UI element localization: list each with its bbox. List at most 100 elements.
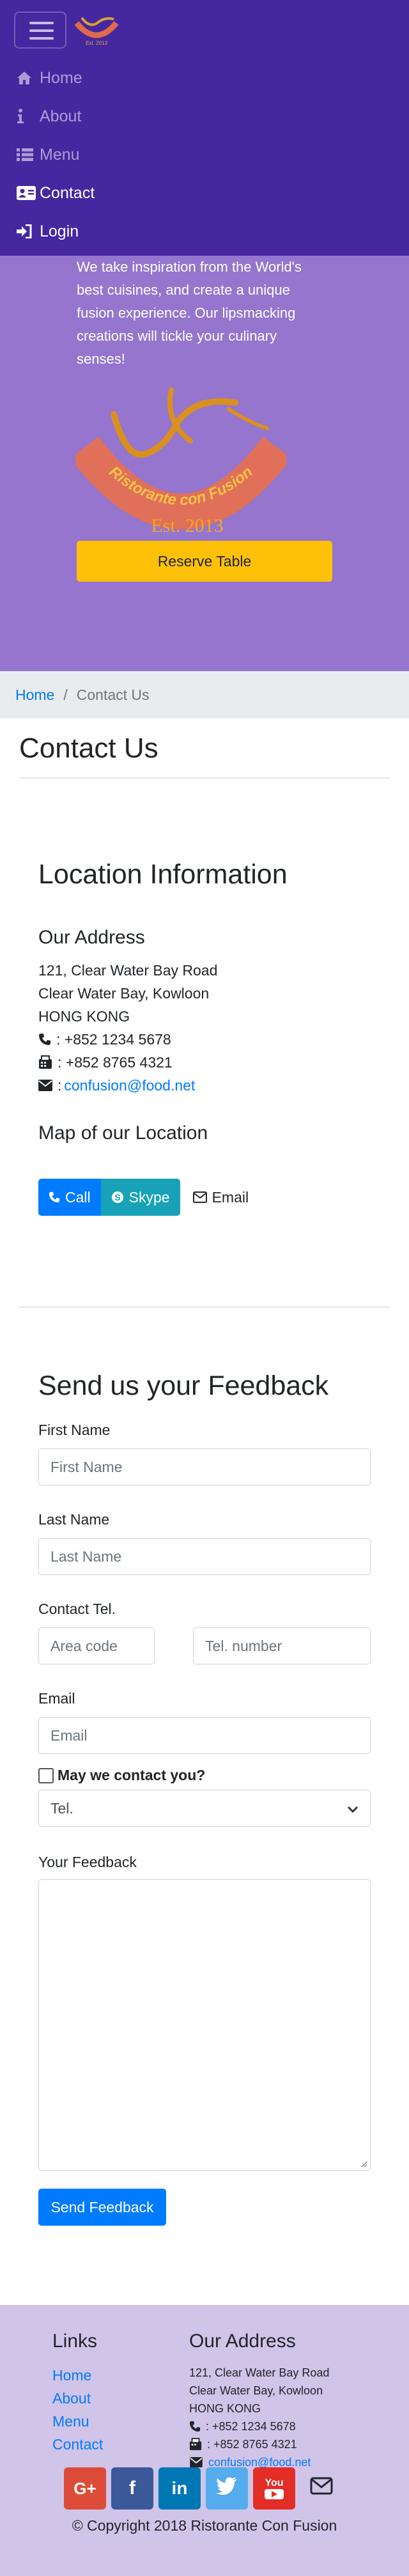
fax-icon — [38, 1055, 52, 1069]
feedback-label: Your Feedback — [38, 1854, 137, 1870]
nav-item-label: Home — [40, 68, 82, 87]
footer-links: Home About Menu Contact — [52, 2364, 103, 2456]
phone-icon — [49, 1191, 60, 1203]
footer-fax-line: : +852 8765 4321 — [189, 2435, 329, 2453]
svg-text:Est. 2013: Est. 2013 — [151, 515, 223, 536]
address-line: Clear Water Bay, Kowloon — [38, 985, 210, 1002]
chevron-down-icon — [347, 1800, 359, 1817]
description-line: senses! — [77, 351, 125, 367]
fax-number: : +852 8765 4321 — [58, 1054, 173, 1071]
description-line: creations will tickle your culinary — [77, 328, 277, 344]
contact-tel-label: Contact Tel. — [38, 1601, 116, 1617]
social-links: G+ f in You — [64, 2467, 343, 2510]
home-icon — [17, 71, 40, 85]
email-label: Email — [38, 1690, 75, 1707]
send-feedback-button[interactable]: Send Feedback — [38, 2189, 166, 2226]
phone-icon — [38, 1033, 51, 1046]
nav-item-about[interactable]: About — [17, 97, 95, 136]
breadcrumb-current: Contact Us — [76, 686, 150, 703]
area-code-input[interactable]: Area code — [38, 1627, 155, 1664]
youtube-icon-text: You — [265, 2478, 284, 2488]
phone-line: : +852 1234 5678 — [38, 1028, 217, 1051]
address-line: Clear Water Bay, Kowloon — [189, 2384, 323, 2397]
envelope-icon — [189, 2457, 203, 2467]
footer: Links Home About Menu Contact Our Addres… — [0, 2305, 409, 2576]
email-link[interactable]: confusion@food.net — [64, 1074, 195, 1097]
envelope-outline-icon — [310, 2477, 333, 2500]
location-title: Location Information — [38, 859, 288, 890]
address-title: Our Address — [38, 927, 145, 948]
fax-line: : +852 8765 4321 — [38, 1051, 217, 1074]
feedback-textarea[interactable] — [38, 1879, 371, 2171]
footer-link-about[interactable]: About — [52, 2387, 103, 2410]
first-name-input[interactable]: First Name — [38, 1448, 371, 1486]
envelope-outline-icon — [192, 1191, 207, 1203]
phone-icon — [189, 2421, 201, 2432]
fax-number: : +852 8765 4321 — [207, 2438, 297, 2451]
address-line: HONG KONG — [189, 2402, 261, 2415]
tel-number-input[interactable]: Tel. number — [193, 1627, 371, 1664]
list-icon — [17, 148, 40, 162]
nav-item-label: Menu — [40, 145, 80, 164]
address-line: 121, Clear Water Bay Road — [189, 2366, 330, 2379]
fax-icon — [189, 2438, 202, 2451]
youtube-button[interactable]: You — [253, 2467, 295, 2510]
resize-handle-icon[interactable] — [360, 2160, 367, 2168]
skype-icon: S — [111, 1191, 124, 1204]
facebook-button[interactable]: f — [111, 2467, 153, 2510]
brand-logo[interactable]: Est. 2013 — [69, 9, 124, 50]
email-button[interactable]: Email — [183, 1179, 259, 1216]
reserve-table-button[interactable]: Reserve Table — [77, 541, 332, 582]
breadcrumb: Home / Contact Us — [0, 671, 409, 718]
skype-button[interactable]: S Skype — [100, 1179, 180, 1216]
contact-button-group: Call S Skype Email — [38, 1179, 259, 1216]
footer-link-menu[interactable]: Menu — [52, 2410, 103, 2433]
page-title: Contact Us — [19, 733, 158, 764]
nav-item-contact[interactable]: Contact — [17, 174, 95, 212]
email-prefix: : — [58, 1077, 62, 1094]
svg-text:S: S — [114, 1192, 120, 1202]
address-block: 121, Clear Water Bay Road Clear Water Ba… — [38, 959, 217, 1097]
google-plus-button[interactable]: G+ — [64, 2467, 106, 2510]
phone-number: : +852 1234 5678 — [56, 1031, 171, 1048]
footer-link-contact[interactable]: Contact — [52, 2433, 103, 2456]
sign-in-icon — [17, 224, 40, 238]
mail-button[interactable] — [300, 2467, 343, 2510]
contact-type-select[interactable]: Tel. — [38, 1790, 371, 1827]
nav-item-home[interactable]: Home — [17, 59, 95, 97]
twitter-icon — [216, 2477, 238, 2500]
nav-menu: Home About Menu Contact Login — [17, 59, 95, 251]
email-input[interactable]: Email — [38, 1717, 371, 1754]
feedback-title: Send us your Feedback — [38, 1370, 329, 1401]
description-line: We take inspiration from the World's — [77, 259, 302, 275]
jumbotron: We take inspiration from the World's bes… — [0, 256, 409, 671]
contact-type-value: Tel. — [50, 1799, 73, 1817]
agree-checkbox[interactable] — [38, 1767, 54, 1783]
navbar-toggler-button[interactable] — [14, 12, 66, 49]
footer-phone-line: : +852 1234 5678 — [189, 2417, 329, 2435]
copyright: © Copyright 2018 Ristorante Con Fusion — [72, 2517, 337, 2534]
facebook-icon: f — [129, 2478, 135, 2499]
youtube-icon: You — [265, 2478, 284, 2499]
nav-item-login[interactable]: Login — [17, 212, 95, 251]
last-name-input[interactable]: Last Name — [38, 1538, 371, 1575]
skype-label: Skype — [128, 1188, 170, 1206]
linkedin-icon: in — [171, 2478, 188, 2498]
linkedin-button[interactable]: in — [158, 2467, 201, 2510]
agree-label: May we contact you? — [58, 1767, 206, 1783]
footer-address: 121, Clear Water Bay Road Clear Water Ba… — [189, 2364, 329, 2471]
breadcrumb-separator: / — [63, 686, 68, 703]
nav-item-label: Contact — [40, 183, 95, 202]
twitter-button[interactable] — [206, 2467, 248, 2510]
footer-link-home[interactable]: Home — [52, 2364, 103, 2387]
svg-text:Est. 2013: Est. 2013 — [86, 40, 107, 46]
breadcrumb-home-link[interactable]: Home — [15, 687, 54, 704]
address-card-icon — [17, 186, 40, 200]
call-button[interactable]: Call — [38, 1179, 101, 1216]
info-icon — [17, 109, 40, 124]
email-label: Email — [212, 1188, 249, 1206]
envelope-icon — [38, 1080, 52, 1091]
nav-item-menu[interactable]: Menu — [17, 136, 95, 174]
address-line: HONG KONG — [38, 1008, 130, 1025]
jumbotron-description: We take inspiration from the World's bes… — [77, 256, 332, 371]
